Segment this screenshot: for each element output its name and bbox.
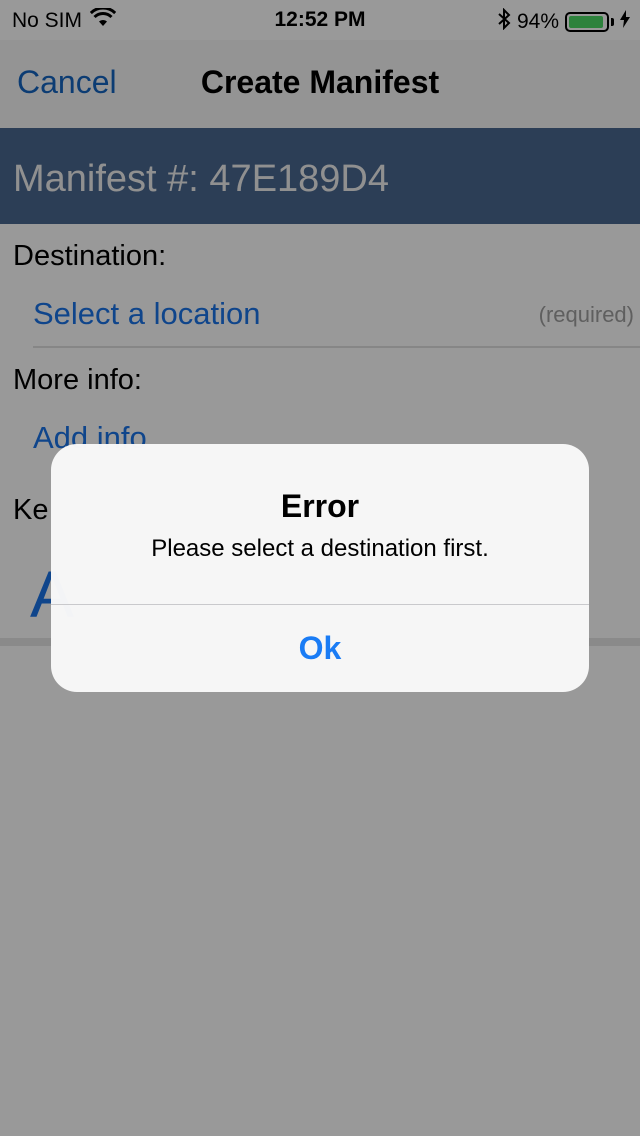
alert-title: Error [280,488,360,524]
alert-message: Please select a destination first. [151,535,489,562]
app-screen: No SIM 12:52 PM 94% Cancel Create Manife… [0,0,640,1136]
error-alert-dialog: Error Please select a destination first.… [51,444,589,692]
ok-button[interactable]: Ok [51,605,589,692]
